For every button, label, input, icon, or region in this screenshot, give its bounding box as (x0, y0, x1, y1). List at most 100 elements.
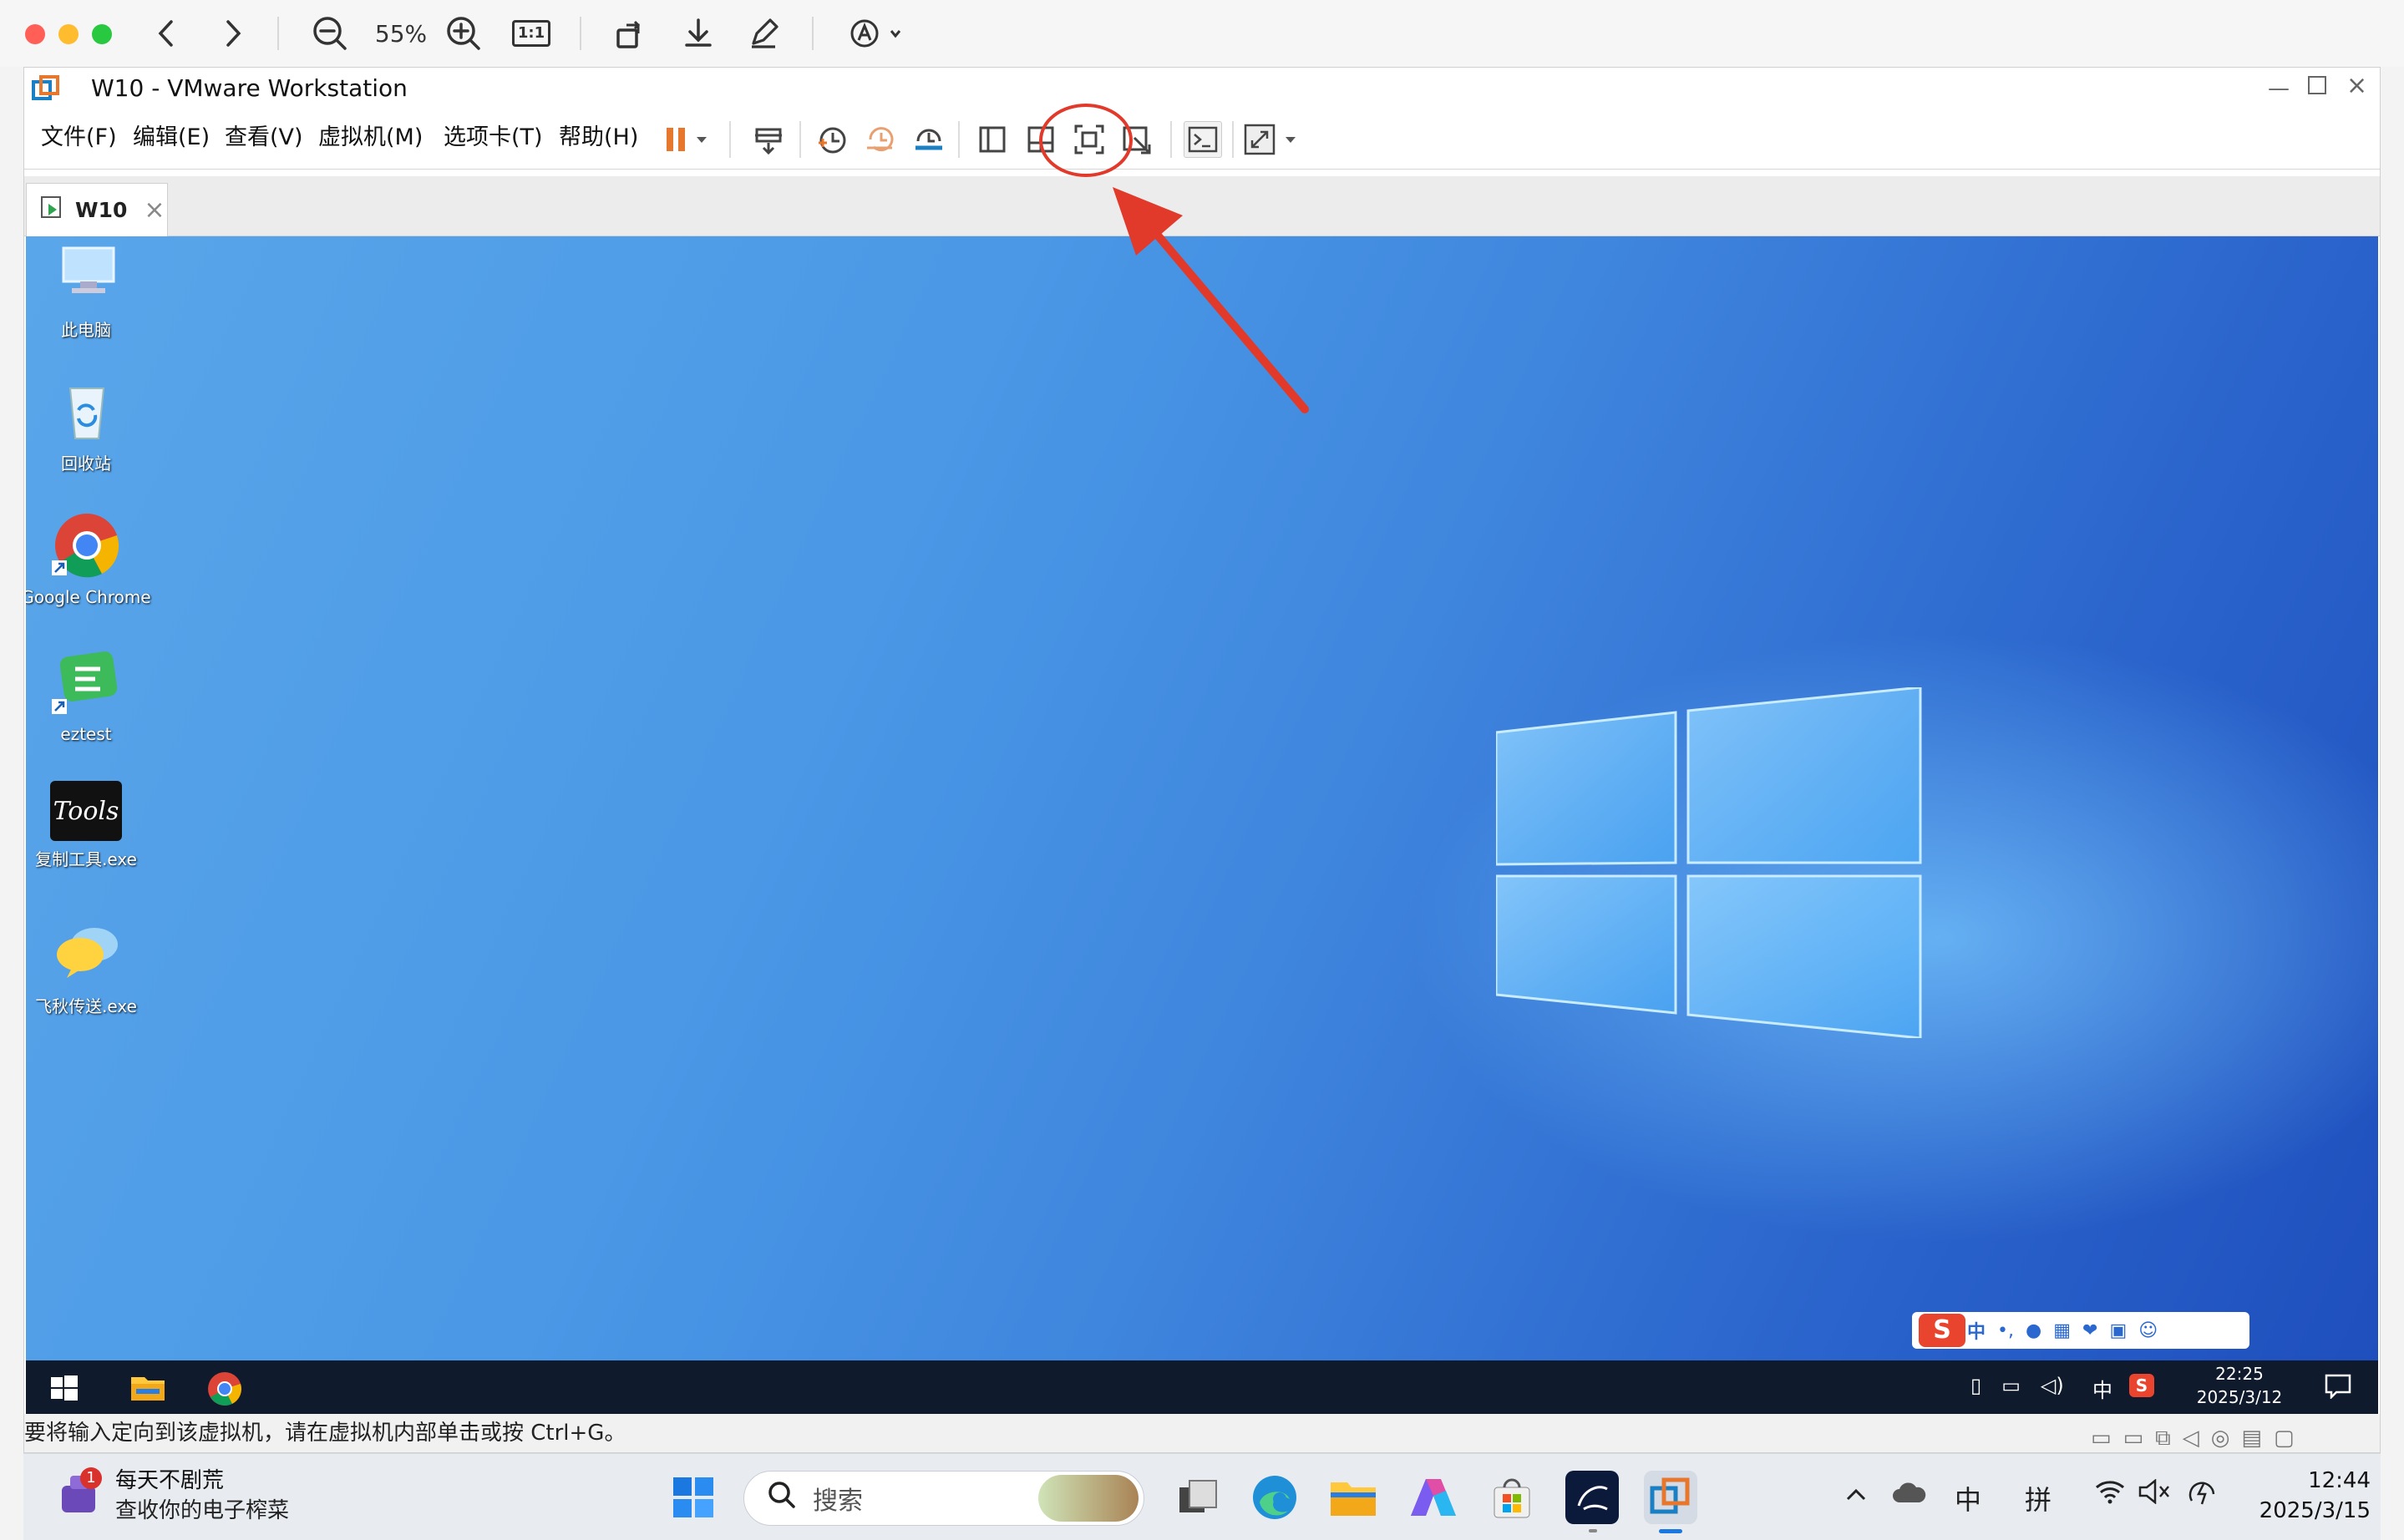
menu-tabs[interactable]: 选项卡(T) (444, 121, 543, 155)
guest-tray-lang[interactable]: 中 (2092, 1374, 2112, 1403)
battery-charging-icon[interactable] (2187, 1479, 2220, 1512)
onedrive-icon[interactable] (1893, 1479, 1926, 1511)
search-icon (768, 1481, 796, 1516)
tab-close-icon[interactable]: × (144, 195, 165, 225)
pause-icon[interactable] (659, 121, 718, 158)
notification-widget[interactable]: 1 (58, 1467, 102, 1521)
sogou-ime-toolbar[interactable]: S 中 •, ● ▦ ❤ ▣ ☺ (1912, 1312, 2249, 1349)
file-explorer-host-icon[interactable] (1326, 1471, 1380, 1524)
menu-help[interactable]: 帮助(H) (559, 121, 638, 155)
windows-start-icon[interactable] (667, 1471, 720, 1524)
notification-subtitle[interactable]: 查收你的电子榨菜 (115, 1496, 289, 1526)
menu-view[interactable]: 查看(V) (225, 121, 303, 155)
recycle-bin-icon (48, 377, 124, 452)
guest-taskbar: ▯ ▭ ◁) 中 S 22:25 2025/3/12 (26, 1360, 2378, 1414)
vm-tab-icon (40, 195, 65, 225)
message-icon[interactable]: ▢ (2274, 1419, 2295, 1457)
chrome-taskbar-icon[interactable] (206, 1370, 243, 1411)
notification-title[interactable]: 每天不剧荒 (115, 1466, 224, 1496)
hdd2-icon[interactable]: ▭ (2123, 1419, 2144, 1457)
emoji-icon[interactable]: ☺ (2138, 1320, 2158, 1341)
host-ime-mode[interactable]: 拼 (2025, 1479, 2052, 1517)
snapshot-manager-icon[interactable] (910, 121, 948, 158)
show-hidden-icons-chevron[interactable] (1844, 1479, 1868, 1511)
sound-icon[interactable]: ◁ (2183, 1419, 2199, 1457)
sogou-tray-icon[interactable]: S (2129, 1374, 2154, 1397)
usb-icon[interactable]: ▯ (1970, 1374, 1981, 1397)
hdd-icon[interactable]: ▭ (2091, 1419, 2112, 1457)
console-view-icon[interactable] (1184, 121, 1222, 158)
tab-w10[interactable]: W10 × (26, 183, 168, 236)
zoom-out-icon[interactable] (309, 12, 351, 55)
annotation-circle (1039, 104, 1133, 177)
desktop-icon-tools[interactable]: Tools 复制工具.exe (26, 781, 153, 870)
desktop-icon-eztest[interactable]: eztest (26, 647, 153, 745)
speaker-muted-icon[interactable] (2138, 1478, 2172, 1511)
library-view-icon[interactable] (973, 121, 1012, 158)
vmware-titlebar: W10 - VMware Workstation — × (24, 68, 2380, 109)
skin-icon[interactable]: ❤ (2082, 1320, 2097, 1341)
restore-icon[interactable] (2308, 76, 2326, 94)
rotate-icon[interactable] (610, 12, 650, 55)
copilot-icon[interactable] (1407, 1471, 1460, 1524)
guest-clock[interactable]: 22:25 2025/3/12 (2181, 1362, 2298, 1409)
keyboard-icon[interactable]: ▦ (2053, 1320, 2071, 1341)
download-icon[interactable] (678, 12, 718, 55)
menu-edit[interactable]: 编辑(E) (133, 121, 210, 155)
network-adapter-icon[interactable]: ⧉ (2155, 1419, 2171, 1457)
menu-file[interactable]: 文件(F) (41, 121, 117, 155)
stretch-guest-icon[interactable] (1242, 121, 1302, 158)
notification-center-icon[interactable] (2325, 1374, 2351, 1402)
forward-icon[interactable] (216, 12, 252, 55)
toolbox-icon[interactable]: ▣ (2109, 1320, 2127, 1341)
markup-pen-icon[interactable] (743, 12, 784, 55)
ime-lang[interactable]: 中 (1967, 1317, 1986, 1344)
printer-icon[interactable]: ▤ (2241, 1419, 2262, 1457)
host-clock[interactable]: 12:44 2025/3/15 (2229, 1466, 2371, 1526)
guest-clock-date: 2025/3/12 (2196, 1387, 2283, 1407)
zoom-window-button[interactable] (92, 24, 112, 44)
edge-icon[interactable] (1248, 1471, 1301, 1524)
annotate-menu-icon[interactable] (844, 12, 910, 55)
desktop-icon-chrome[interactable]: Google Chrome (26, 510, 153, 608)
microphone-icon[interactable]: ● (2026, 1320, 2041, 1341)
search-highlight-image (1038, 1475, 1139, 1522)
zoom-in-icon[interactable] (443, 12, 484, 55)
host-ime-lang[interactable]: 中 (1955, 1479, 1981, 1517)
actual-size-label: 1:1 (511, 20, 551, 47)
host-clock-date: 2025/3/15 (2259, 1498, 2371, 1523)
annotation-arrow (1113, 187, 1309, 413)
guest-tray-icons[interactable]: ▯ ▭ ◁) (1970, 1374, 2064, 1397)
menu-vm[interactable]: 虚拟机(M) (318, 121, 423, 155)
desktop-icon-feiqiu[interactable]: 飞秋传送.exe (26, 919, 153, 1017)
device-status-icons[interactable]: ▭ ▭ ⧉ ◁ ◎ ▤ ▢ (2091, 1419, 2295, 1457)
taskbar-search[interactable]: 搜索 (743, 1471, 1144, 1526)
note-app-icon[interactable] (1565, 1471, 1619, 1532)
tab-label: W10 (75, 198, 128, 222)
start-icon[interactable] (51, 1375, 78, 1404)
file-explorer-icon[interactable] (129, 1372, 166, 1406)
minimize-icon[interactable]: — (2268, 76, 2290, 101)
desktop-icon-recycle-bin[interactable]: 回收站 (26, 377, 153, 474)
network-icon[interactable]: ▭ (2001, 1374, 2021, 1397)
wifi-icon[interactable] (2095, 1479, 2125, 1511)
microsoft-store-icon[interactable] (1485, 1471, 1539, 1524)
snapshot-icon[interactable] (813, 121, 851, 158)
close-icon[interactable]: × (2346, 71, 2367, 100)
revert-snapshot-icon[interactable] (861, 121, 900, 158)
desktop-icon-this-pc[interactable]: 此电脑 (26, 243, 153, 341)
punctuation-icon[interactable]: •, (1997, 1320, 2014, 1341)
task-view-icon[interactable] (1171, 1471, 1225, 1524)
minimize-window-button[interactable] (58, 24, 79, 44)
send-ctrl-alt-del-icon[interactable] (749, 121, 788, 158)
cd-icon[interactable]: ◎ (2211, 1419, 2230, 1457)
desktop-icon-label: eztest (60, 724, 112, 744)
volume-icon[interactable]: ◁) (2041, 1374, 2064, 1397)
chrome-icon (48, 510, 124, 585)
actual-size-button[interactable]: 1:1 (511, 12, 551, 55)
vmware-taskbar-icon[interactable] (1644, 1471, 1697, 1533)
close-window-button[interactable] (25, 24, 45, 44)
status-message: 要将输入定向到该虚拟机，请在虚拟机内部单击或按 Ctrl+G。 (24, 1421, 626, 1446)
desktop-icon-label: 复制工具.exe (35, 849, 137, 869)
back-icon[interactable] (147, 12, 184, 55)
